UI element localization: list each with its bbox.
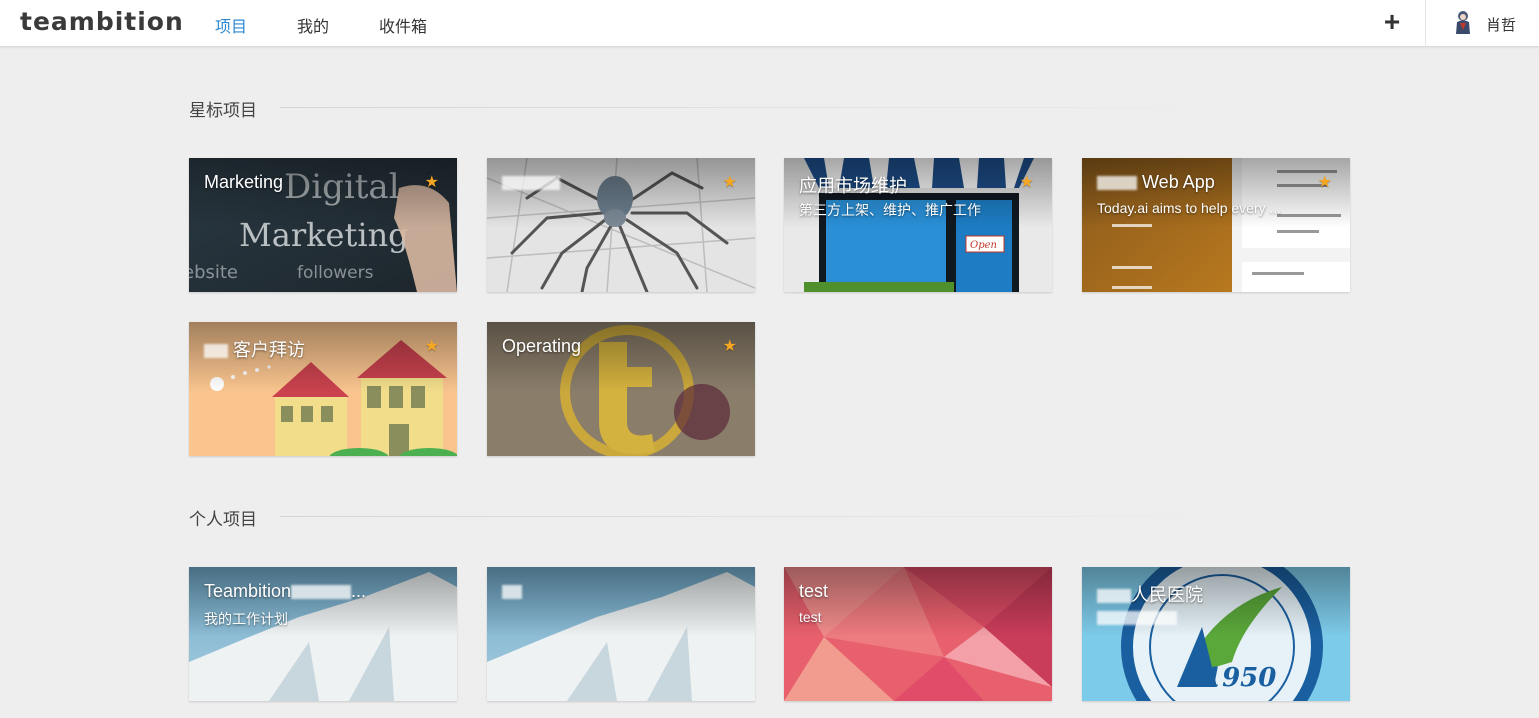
- svg-text:ebsite: ebsite: [189, 262, 238, 283]
- redacted-text: [204, 344, 228, 359]
- project-description: 第三方上架、维护、推广工作: [799, 202, 981, 218]
- seal-year: 1950: [1204, 663, 1277, 693]
- header-divider: [1425, 0, 1426, 46]
- project-title: [502, 172, 560, 193]
- project-card-hospital[interactable]: 人民医院 1950: [1082, 567, 1350, 701]
- svg-text:followers: followers: [297, 263, 374, 283]
- nav-projects[interactable]: 项目: [215, 13, 247, 37]
- redacted-text: [291, 585, 352, 600]
- project-card-spider[interactable]: ★: [487, 158, 755, 292]
- nav-inbox[interactable]: 收件箱: [379, 13, 427, 37]
- project-description: [1097, 609, 1177, 626]
- redacted-text: [502, 176, 560, 191]
- project-card-app-market[interactable]: Open 应用市场维护 第三方上架、维护、推广工作 ★: [784, 158, 1052, 292]
- section-divider: [280, 516, 1280, 517]
- project-card-client-visit[interactable]: 客户拜访 ★: [189, 322, 457, 456]
- project-title: 人民医院: [1097, 581, 1203, 607]
- project-title: Operating: [502, 336, 582, 356]
- project-card-untitled[interactable]: [487, 567, 755, 701]
- add-icon[interactable]: +: [1380, 7, 1404, 37]
- project-title: 客户拜访: [204, 336, 305, 362]
- user-name[interactable]: 肖哲: [1486, 14, 1516, 35]
- project-card-teambition[interactable]: Teambition... 我的工作计划: [189, 567, 457, 701]
- redacted-text: [1097, 589, 1131, 604]
- project-title: 应用市场维护: [799, 176, 907, 196]
- star-icon[interactable]: ★: [1318, 172, 1332, 192]
- star-icon[interactable]: ★: [1020, 172, 1034, 192]
- project-title: Teambition...: [204, 581, 367, 601]
- redacted-text: [1097, 611, 1177, 626]
- svg-text:Open: Open: [970, 240, 997, 251]
- project-description: Today.ai aims to help every ...: [1097, 200, 1282, 216]
- project-title: Web App: [1097, 172, 1215, 193]
- project-card-marketing[interactable]: Digital Marketing ebsite followers Marke…: [189, 158, 457, 292]
- avatar[interactable]: [1454, 10, 1472, 36]
- star-icon[interactable]: ★: [723, 172, 737, 192]
- project-title: [502, 581, 522, 602]
- project-description: 我的工作计划: [204, 611, 288, 627]
- project-card-web-app[interactable]: Web App Today.ai aims to help every ... …: [1082, 158, 1350, 292]
- redacted-text: [502, 585, 522, 600]
- personal-section-title: 个人项目: [189, 510, 257, 529]
- nav-mine[interactable]: 我的: [297, 13, 329, 37]
- starred-section-title: 星标项目: [189, 101, 257, 120]
- project-title: test: [799, 581, 829, 601]
- project-title: Marketing: [204, 172, 284, 192]
- star-icon[interactable]: ★: [723, 336, 737, 356]
- section-divider: [280, 107, 1280, 108]
- app-logo[interactable]: teambition: [20, 7, 184, 36]
- top-bar: teambition 项目 我的 收件箱 + 肖哲: [0, 0, 1539, 47]
- redacted-text: [1097, 176, 1137, 191]
- project-card-test[interactable]: test test: [784, 567, 1052, 701]
- project-card-operating[interactable]: Operating ★: [487, 322, 755, 456]
- star-icon[interactable]: ★: [425, 336, 439, 356]
- star-icon[interactable]: ★: [425, 172, 439, 192]
- project-description: test: [799, 609, 822, 625]
